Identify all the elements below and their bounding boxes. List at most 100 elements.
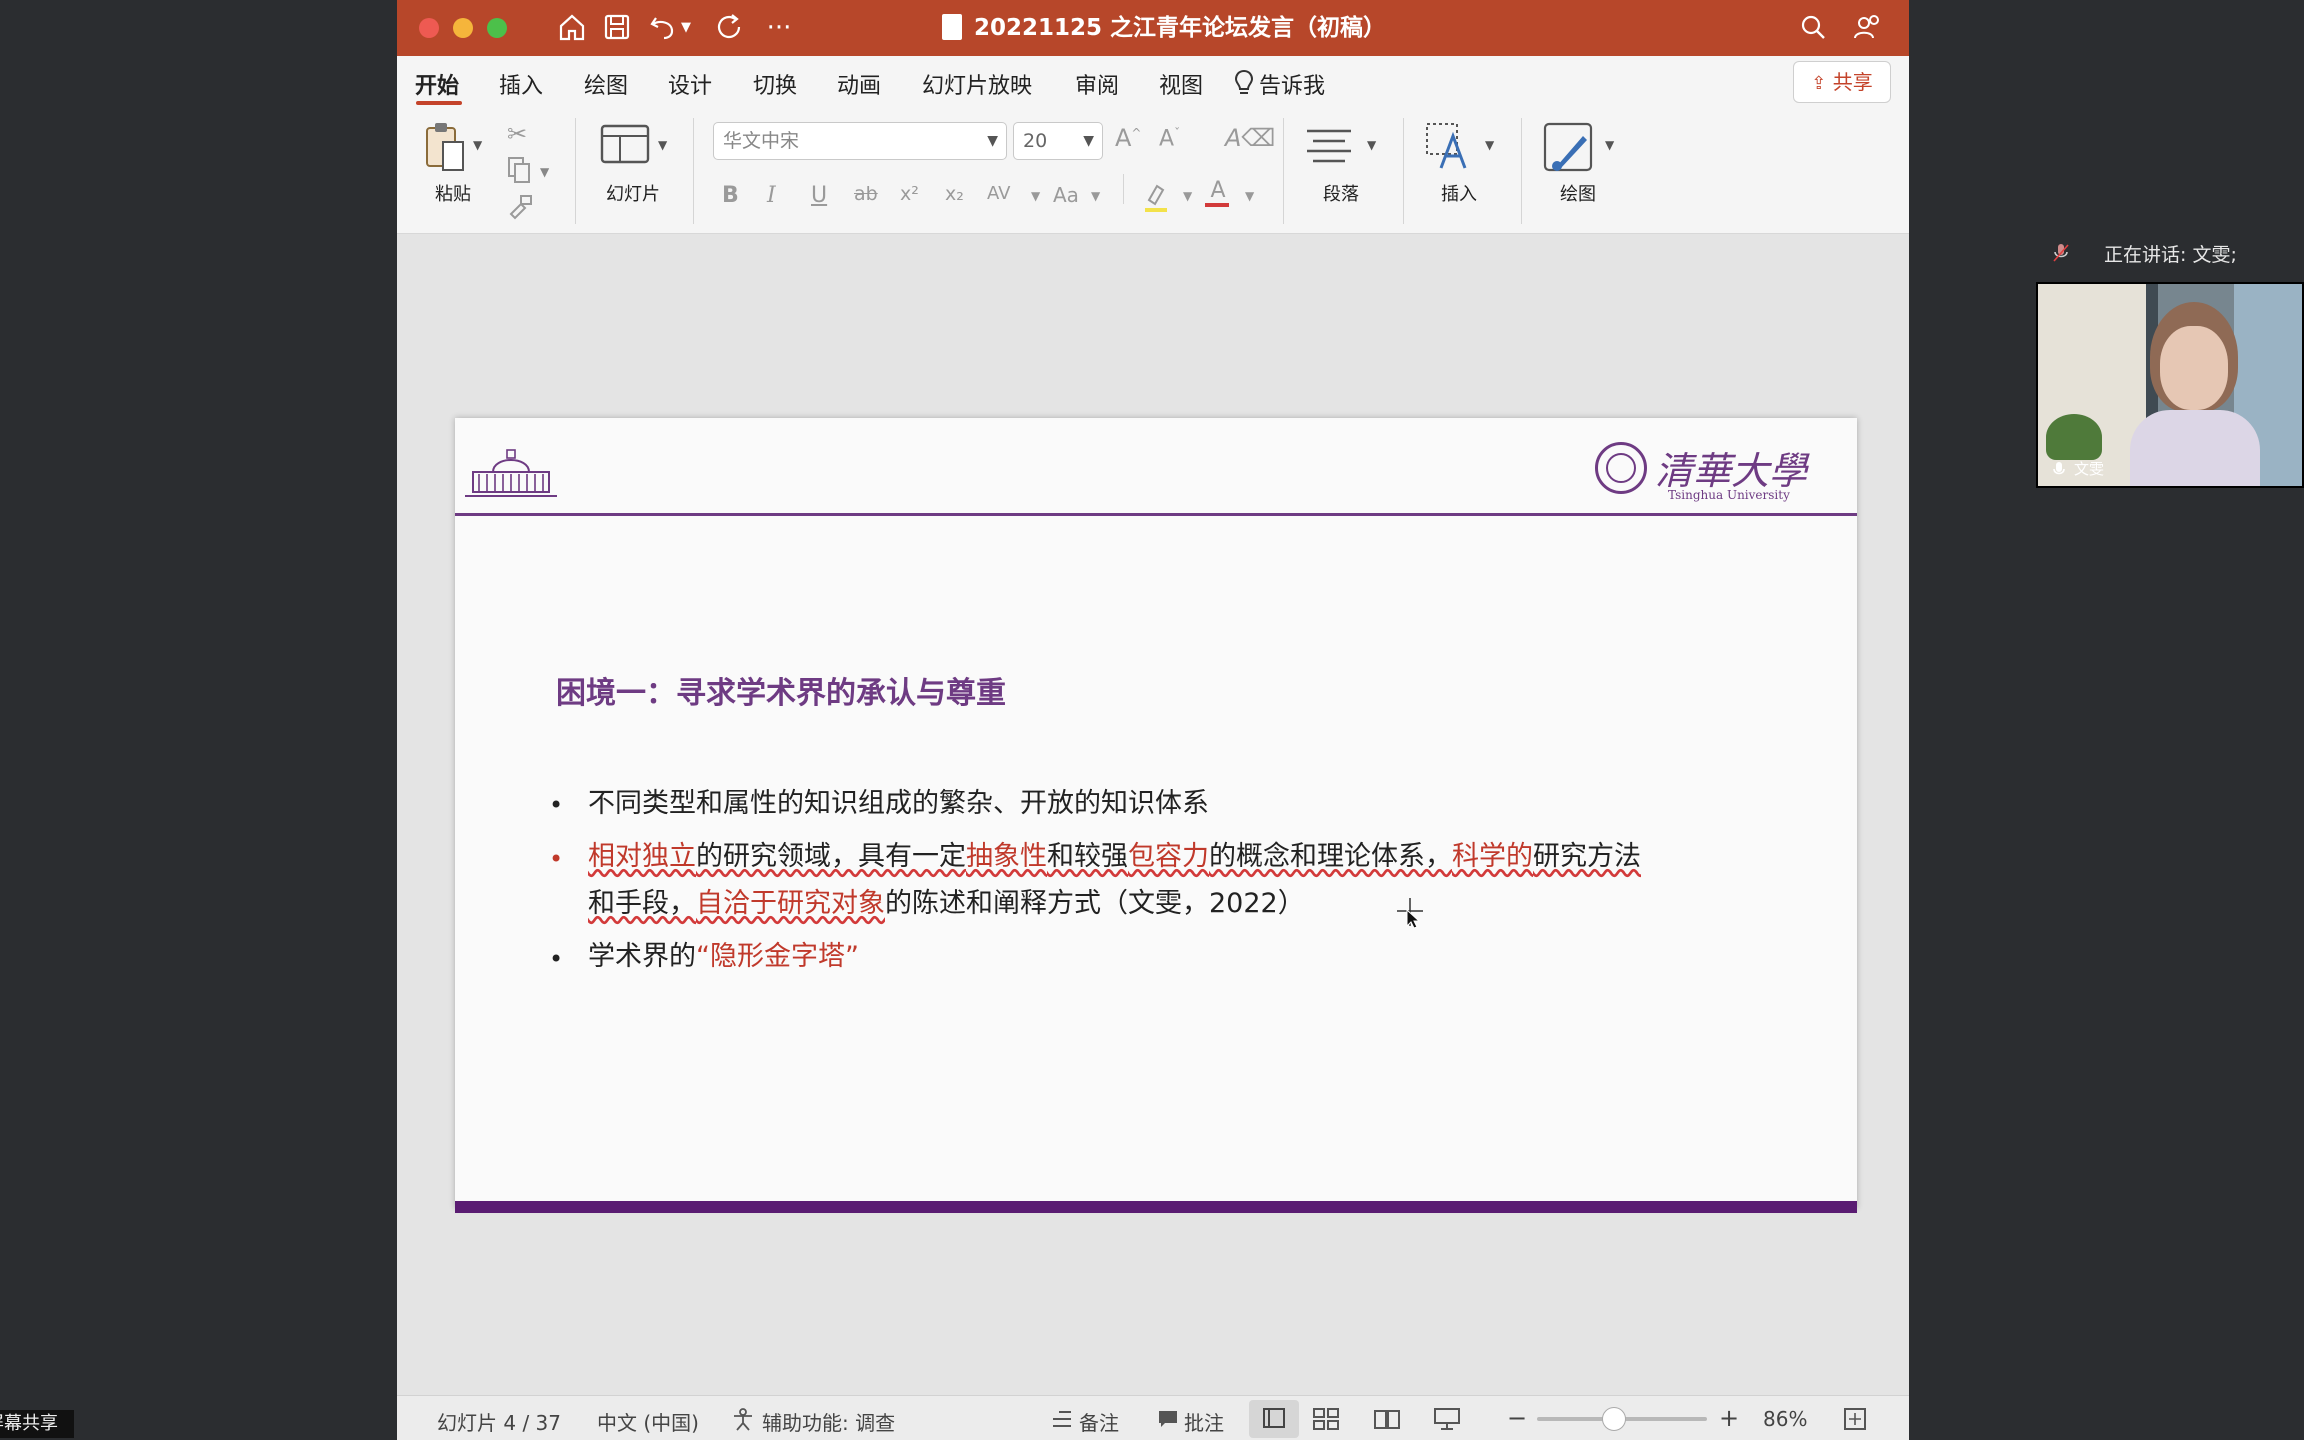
share-button[interactable]: ⇪ 共享 [1793, 61, 1891, 103]
bullet-marker: • [549, 945, 564, 973]
reading-view-icon[interactable] [1373, 1407, 1401, 1431]
more-options-icon[interactable]: ··· [763, 12, 795, 44]
bullet-2-span: 的研究领域，具有一定 [696, 841, 966, 872]
slide[interactable]: 清華大學 Tsinghua University 困境一：寻求学术界的承认与尊重… [455, 418, 1857, 1213]
spacing-dropdown-icon[interactable]: ▼ [1031, 189, 1040, 203]
slide-counter[interactable]: 幻灯片 4 / 37 [437, 1407, 561, 1436]
normal-view-button[interactable] [1249, 1400, 1299, 1438]
redo-icon[interactable] [714, 12, 746, 44]
slide-sorter-icon[interactable] [1312, 1407, 1340, 1431]
save-icon[interactable] [601, 12, 633, 44]
notes-button[interactable]: 备注 [1079, 1407, 1119, 1436]
text-box-icon[interactable] [1425, 122, 1473, 172]
ribbon-separator [1403, 118, 1404, 224]
zoom-slider[interactable] [1537, 1407, 1707, 1431]
tsinghua-auditorium-logo [465, 449, 557, 497]
ribbon-separator [575, 118, 576, 224]
search-icon[interactable] [1797, 12, 1829, 44]
tab-design[interactable]: 设计 [668, 68, 712, 99]
tab-insert[interactable]: 插入 [499, 68, 543, 99]
accessibility-status[interactable]: 辅助功能: 调查 [762, 1407, 895, 1436]
bullet-1[interactable]: 不同类型和属性的知识组成的繁杂、开放的知识体系 [588, 781, 1209, 827]
bullet-2-line-2[interactable]: 和手段，自洽于研究对象的陈述和阐释方式（文雯，2022） [588, 881, 1305, 927]
bullet-2-span: 科学的 [1452, 841, 1533, 872]
accessibility-icon[interactable] [731, 1407, 755, 1431]
fit-to-window-icon[interactable] [1843, 1407, 1867, 1431]
screen-share-indicator[interactable]: 屏幕共享 [0, 1410, 74, 1438]
zoom-level[interactable]: 86% [1763, 1407, 1807, 1431]
draw-dropdown-icon[interactable]: ▼ [1605, 138, 1614, 152]
share-icon: ⇪ [1811, 73, 1827, 94]
tab-review[interactable]: 审阅 [1075, 68, 1119, 99]
decrease-font-size-icon[interactable]: Aˇ [1159, 126, 1180, 151]
tab-transitions[interactable]: 切换 [753, 68, 797, 99]
insert-dropdown-icon[interactable]: ▼ [1485, 138, 1494, 152]
chevron-down-icon: ▼ [1083, 133, 1094, 149]
tab-draw[interactable]: 绘图 [584, 68, 628, 99]
bullet-3-span: 学术界的 [588, 941, 696, 972]
bullet-2-span: 的概念和理论体系， [1209, 841, 1452, 872]
bold-button[interactable]: B [722, 183, 739, 208]
format-painter-icon[interactable] [505, 192, 535, 222]
superscript-button[interactable]: x² [900, 183, 919, 205]
paragraph-dropdown-icon[interactable]: ▼ [1367, 138, 1376, 152]
bullet-2-span: 的陈述和阐释方式（文雯，2022） [885, 888, 1305, 919]
font-name-select[interactable]: 华文中宋 ▼ [713, 122, 1007, 160]
zoom-out-button[interactable]: − [1507, 1404, 1527, 1432]
copy-dropdown-icon[interactable]: ▼ [540, 165, 549, 179]
zoom-window-button[interactable] [487, 18, 507, 38]
tab-view[interactable]: 视图 [1159, 68, 1203, 99]
draw-shape-icon[interactable] [1543, 122, 1595, 174]
cut-icon[interactable]: ✂ [507, 120, 533, 148]
paste-dropdown-icon[interactable]: ▼ [473, 138, 482, 152]
copy-icon[interactable] [505, 154, 535, 184]
account-icon[interactable] [1850, 12, 1882, 44]
subscript-button[interactable]: x₂ [945, 183, 964, 205]
highlight-icon[interactable] [1143, 180, 1169, 214]
slide-heading[interactable]: 困境一：寻求学术界的承认与尊重 [556, 668, 1006, 712]
underline-button[interactable]: U [811, 183, 827, 208]
paragraph-icon[interactable] [1305, 126, 1353, 166]
title-bar: ▼ ··· 20221125 之江青年论坛发言（初稿） [397, 0, 1909, 56]
bullet-3-span: “隐形金字塔” [696, 941, 859, 972]
participant-figure [2120, 292, 2260, 486]
comments-button[interactable]: 批注 [1184, 1407, 1224, 1436]
slideshow-view-icon[interactable] [1433, 1407, 1461, 1431]
paste-icon[interactable] [423, 120, 467, 174]
font-color-dropdown-icon[interactable]: ▼ [1245, 189, 1254, 203]
bullet-2-line-1[interactable]: 相对独立的研究领域，具有一定抽象性和较强包容力的概念和理论体系，科学的研究方法 [588, 834, 1641, 880]
tell-me[interactable]: 告诉我 [1259, 68, 1325, 99]
ribbon-home: ▼ 粘贴 ✂ ▼ ▼ 幻灯片 华文中宋 ▼ 20 ▼ A^ Aˇ A⌫ B I [397, 108, 1909, 234]
font-color-icon[interactable]: A [1205, 178, 1231, 214]
zoom-slider-thumb[interactable] [1601, 1407, 1626, 1431]
tab-slideshow[interactable]: 幻灯片放映 [922, 68, 1032, 99]
bullet-2-span: 和手段， [588, 888, 696, 919]
active-tab-indicator [416, 101, 462, 105]
language-indicator[interactable]: 中文 (中国) [597, 1407, 699, 1436]
new-slide-icon[interactable] [600, 124, 650, 164]
tab-home[interactable]: 开始 [415, 68, 459, 99]
slide-canvas[interactable]: 清華大學 Tsinghua University 困境一：寻求学术界的承认与尊重… [397, 234, 1909, 1395]
clear-formatting-icon[interactable]: A⌫ [1225, 124, 1275, 152]
layout-dropdown-icon[interactable]: ▼ [658, 138, 667, 152]
tab-animations[interactable]: 动画 [837, 68, 881, 99]
bullet-3[interactable]: 学术界的“隐形金字塔” [588, 934, 859, 980]
undo-dropdown-icon[interactable]: ▼ [677, 12, 695, 44]
font-size-select[interactable]: 20 ▼ [1013, 122, 1103, 160]
home-icon[interactable] [556, 12, 588, 44]
lightbulb-icon[interactable] [1233, 68, 1255, 98]
highlight-dropdown-icon[interactable]: ▼ [1183, 189, 1192, 203]
comments-icon[interactable] [1157, 1409, 1179, 1429]
strikethrough-button[interactable]: ab [854, 183, 878, 205]
university-name-en: Tsinghua University [1668, 488, 1790, 502]
increase-font-size-icon[interactable]: A^ [1115, 124, 1141, 152]
case-dropdown-icon[interactable]: ▼ [1091, 189, 1100, 203]
change-case-button[interactable]: Aa [1053, 183, 1079, 207]
undo-icon[interactable] [647, 12, 679, 44]
zoom-in-button[interactable]: + [1719, 1404, 1739, 1432]
minimize-window-button[interactable] [453, 18, 473, 38]
close-window-button[interactable] [419, 18, 439, 38]
character-spacing-button[interactable]: AV [987, 183, 1010, 204]
notes-icon[interactable] [1051, 1409, 1073, 1429]
italic-button[interactable]: I [767, 183, 776, 208]
